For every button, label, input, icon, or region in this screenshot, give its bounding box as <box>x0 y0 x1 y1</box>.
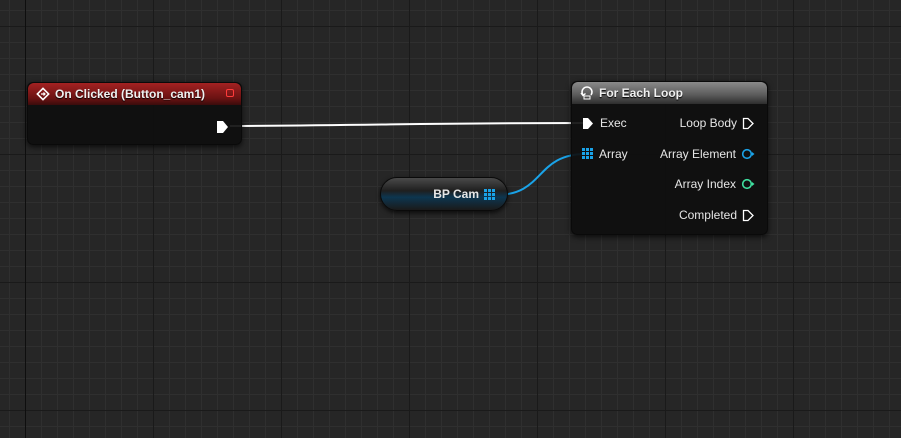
array-grid-icon <box>582 148 593 159</box>
integer-pin-icon <box>741 178 755 190</box>
event-node-title: On Clicked (Button_cam1) <box>55 87 206 101</box>
delegate-square-icon[interactable] <box>226 89 234 97</box>
exec-pin-icon <box>742 117 754 129</box>
exec-pin-icon <box>742 209 754 221</box>
variable-label: BP Cam <box>433 187 479 201</box>
array-input-pin[interactable]: Array <box>582 147 628 161</box>
loop-node-title: For Each Loop <box>599 86 683 100</box>
loop-node-header[interactable]: For Each Loop <box>572 82 767 104</box>
array-index-label: Array Index <box>674 177 736 191</box>
array-grid-icon[interactable] <box>484 188 495 200</box>
loop-macro-icon <box>580 86 593 100</box>
exec-input-label: Exec <box>600 116 627 130</box>
completed-output-pin[interactable]: Completed <box>679 208 755 222</box>
array-element-label: Array Element <box>659 147 736 161</box>
completed-label: Completed <box>678 208 737 222</box>
bp-cam-variable-node[interactable]: BP Cam <box>380 177 508 211</box>
array-input-label: Array <box>599 147 628 161</box>
object-pin-icon <box>741 148 755 160</box>
loop-body-label: Loop Body <box>679 116 737 130</box>
exec-input-pin[interactable]: Exec <box>582 116 627 130</box>
event-node-header[interactable]: On Clicked (Button_cam1) <box>28 83 241 105</box>
exec-output-pin-icon[interactable] <box>216 120 230 134</box>
array-element-output-pin[interactable]: Array Element <box>660 147 755 161</box>
exec-pin-icon <box>583 117 593 129</box>
for-each-loop-node[interactable]: For Each Loop Exec Array Loop Body Array… <box>571 81 768 235</box>
event-diamond-icon <box>36 87 50 101</box>
array-index-output-pin[interactable]: Array Index <box>675 177 755 191</box>
exec-wire[interactable] <box>229 122 587 127</box>
on-clicked-event-node[interactable]: On Clicked (Button_cam1) <box>27 82 242 145</box>
loop-body-output-pin[interactable]: Loop Body <box>680 116 755 130</box>
